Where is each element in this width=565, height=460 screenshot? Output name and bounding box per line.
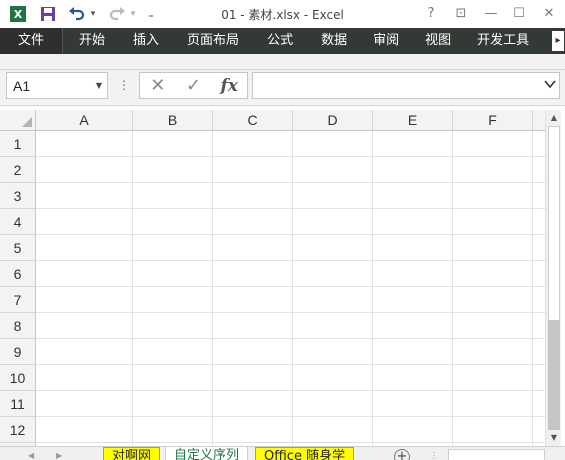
formula-input[interactable]: [252, 72, 560, 99]
expand-formula-bar-icon[interactable]: [544, 78, 556, 90]
row-header-3[interactable]: 3: [0, 183, 36, 209]
row-gridline: [36, 442, 545, 443]
row-header-1[interactable]: 1: [0, 131, 36, 157]
row-gridline: [36, 364, 545, 365]
column-gridline: [532, 131, 533, 446]
column-header-c[interactable]: C: [213, 110, 293, 131]
help-icon[interactable]: ?: [420, 4, 442, 24]
horizontal-scrollbar[interactable]: [448, 449, 545, 460]
ribbon-body: [0, 54, 565, 70]
column-gridline: [452, 131, 453, 446]
sheet-tab-office[interactable]: Office 随身学: [255, 447, 355, 460]
name-box-value[interactable]: A1: [7, 78, 91, 94]
row-header-10[interactable]: 10: [0, 365, 36, 391]
tab-formulas[interactable]: 公式: [253, 28, 307, 54]
ribbon-display-options-icon[interactable]: ⊡: [450, 4, 472, 24]
sheet-nav-prev-icon[interactable]: ◀: [28, 451, 34, 460]
row-header-8[interactable]: 8: [0, 313, 36, 339]
chevron-down-icon[interactable]: ▼: [91, 81, 107, 90]
tab-file[interactable]: 文件: [0, 28, 64, 54]
row-gridline: [36, 208, 545, 209]
select-all-button[interactable]: [0, 110, 36, 131]
tab-view[interactable]: 视图: [411, 28, 463, 54]
title-bar: X ▾ ▾ ₌ 01 - 素材.xlsx - Excel ? ⊡ — ☐ ✕: [0, 0, 565, 28]
column-gridline: [132, 131, 133, 446]
tab-home[interactable]: 开始: [63, 28, 119, 54]
column-gridline: [212, 131, 213, 446]
row-header-5[interactable]: 5: [0, 235, 36, 261]
name-box[interactable]: A1 ▼: [6, 72, 108, 99]
row-gridline: [36, 234, 545, 235]
column-header-f[interactable]: F: [453, 110, 533, 131]
formula-bar-resize-handle[interactable]: ⋮: [118, 78, 130, 92]
column-header-b[interactable]: B: [133, 110, 213, 131]
formula-bar: A1 ▼ ⋮ ✕ ✓ fx: [0, 70, 565, 106]
column-header-e[interactable]: E: [373, 110, 453, 131]
row-header-6[interactable]: 6: [0, 261, 36, 287]
row-header-4[interactable]: 4: [0, 209, 36, 235]
row-header-11[interactable]: 11: [0, 391, 36, 417]
row-gridline: [36, 416, 545, 417]
select-all-triangle-icon: [22, 117, 32, 127]
column-header-d[interactable]: D: [293, 110, 373, 131]
row-header-7[interactable]: 7: [0, 287, 36, 313]
row-header-2[interactable]: 2: [0, 157, 36, 183]
tab-data[interactable]: 数据: [307, 28, 361, 54]
enter-icon[interactable]: ✓: [176, 75, 212, 96]
row-gridline: [36, 156, 545, 157]
column-gridline: [292, 131, 293, 446]
ribbon-tab-bar: 文件 开始 插入 页面布局 公式 数据 审阅 视图 开发工具 ▸: [0, 28, 565, 54]
column-header-next[interactable]: [533, 110, 545, 131]
tab-insert[interactable]: 插入: [119, 28, 173, 54]
cancel-icon[interactable]: ✕: [140, 75, 176, 96]
row-header-12[interactable]: 12: [0, 417, 36, 443]
formula-buttons: ✕ ✓ fx: [139, 72, 248, 99]
ribbon-scroll-right-icon[interactable]: ▸: [552, 31, 564, 51]
row-gridline: [36, 312, 545, 313]
row-gridline: [36, 338, 545, 339]
tab-page-layout[interactable]: 页面布局: [173, 28, 253, 54]
row-gridline: [36, 182, 545, 183]
sheet-tab-bar: ◀ ▶ 对啊网 自定义序列 Office 随身学 + ⋮: [0, 446, 565, 460]
worksheet-grid[interactable]: ABCDEF12345678910111213: [0, 110, 545, 446]
scroll-down-icon[interactable]: ▼: [547, 431, 561, 445]
row-gridline: [36, 260, 545, 261]
sheet-tab-duiawang[interactable]: 对啊网: [103, 447, 161, 460]
row-gridline: [36, 390, 545, 391]
column-header-a[interactable]: A: [36, 110, 133, 131]
add-sheet-button[interactable]: +: [394, 449, 410, 460]
close-icon[interactable]: ✕: [538, 4, 560, 24]
sheet-tab-custom-list[interactable]: 自定义序列: [165, 447, 249, 460]
row-header-9[interactable]: 9: [0, 339, 36, 365]
scroll-up-icon[interactable]: ▲: [547, 111, 561, 125]
insert-function-button[interactable]: fx: [211, 76, 247, 96]
maximize-icon[interactable]: ☐: [508, 4, 530, 24]
sheet-options-icon[interactable]: ⋮: [430, 451, 438, 460]
vertical-scrollbar[interactable]: ▲ ▼: [545, 110, 561, 446]
tab-developer[interactable]: 开发工具: [463, 28, 539, 54]
minimize-icon[interactable]: —: [480, 4, 502, 24]
tab-review[interactable]: 审阅: [361, 28, 411, 54]
scrollbar-thumb[interactable]: [548, 320, 560, 430]
row-gridline: [36, 286, 545, 287]
sheet-nav-next-icon[interactable]: ▶: [56, 451, 62, 460]
column-gridline: [372, 131, 373, 446]
